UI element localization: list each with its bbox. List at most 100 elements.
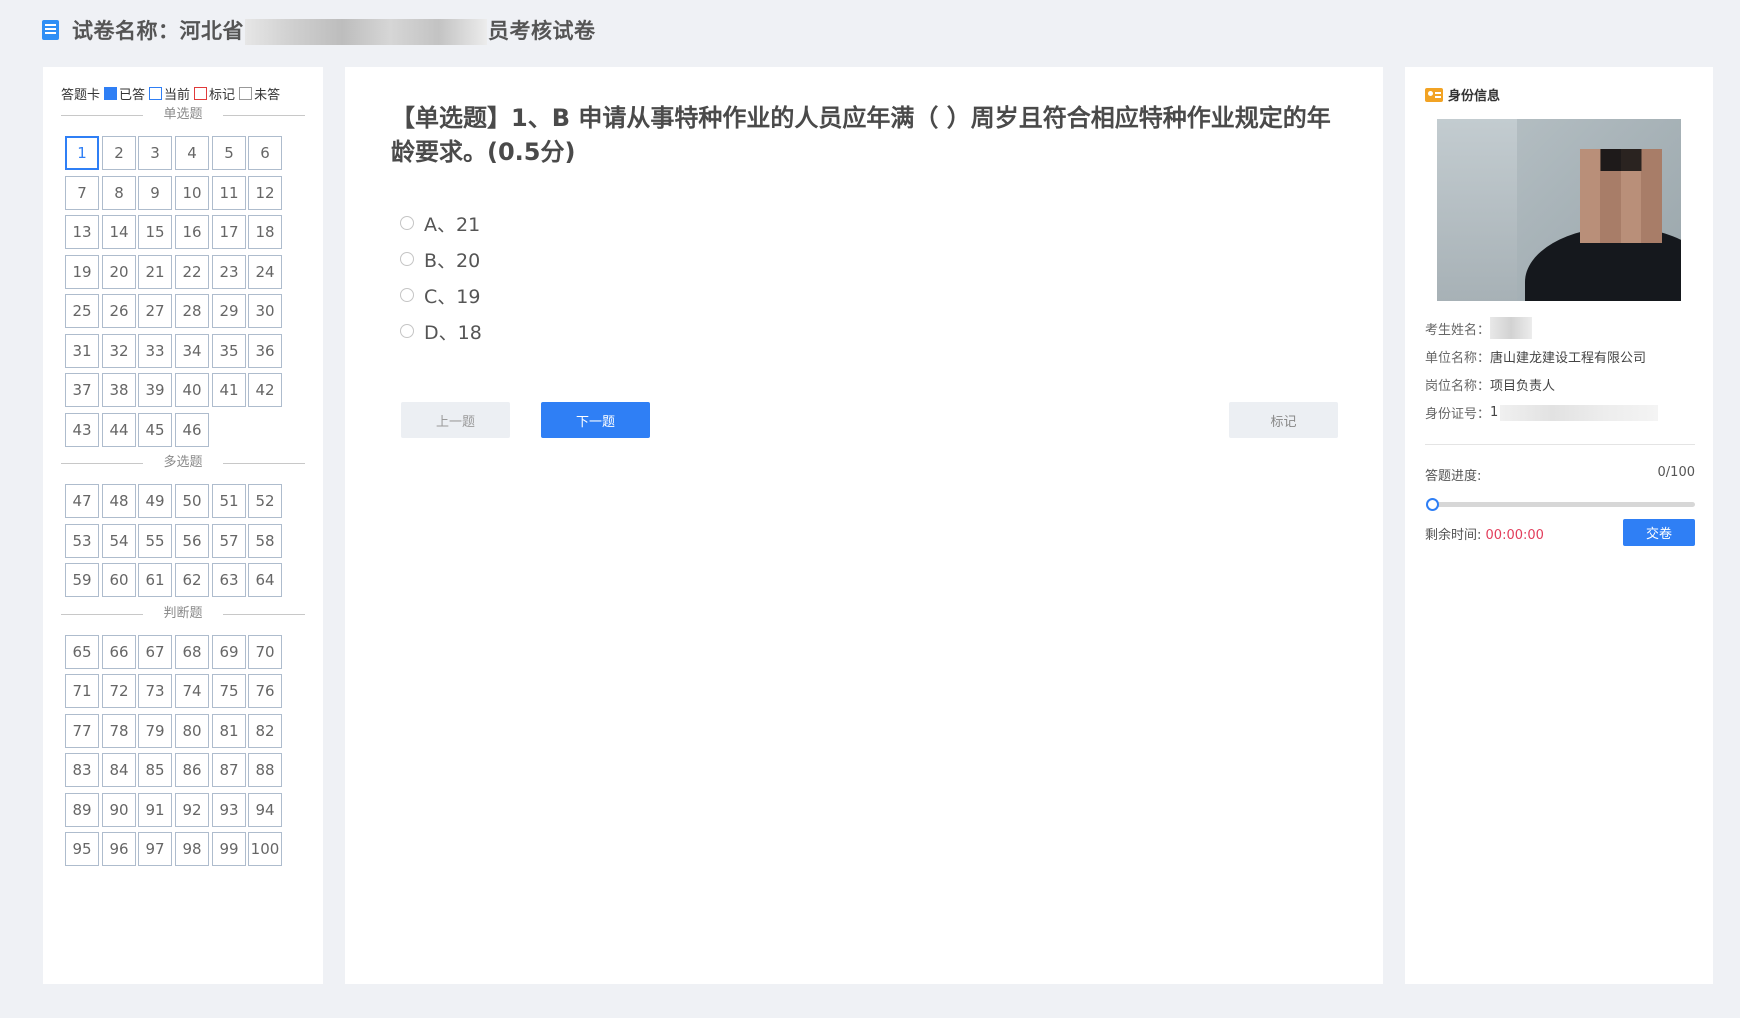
question-number-cell[interactable]: 41 (212, 373, 246, 407)
question-number-cell[interactable]: 65 (65, 634, 99, 669)
question-number-cell[interactable]: 53 (65, 523, 99, 558)
question-number-cell[interactable]: 20 (102, 254, 136, 289)
question-number-cell[interactable]: 93 (212, 792, 246, 827)
question-number-cell[interactable]: 51 (212, 484, 246, 518)
question-number-cell[interactable]: 22 (175, 254, 209, 289)
question-number-cell[interactable]: 33 (138, 333, 172, 368)
option-a[interactable]: A、21 (400, 205, 482, 241)
question-number-cell[interactable]: 37 (65, 373, 99, 407)
question-number-cell[interactable]: 42 (248, 373, 282, 407)
question-number-cell[interactable]: 63 (212, 563, 246, 597)
question-number-cell[interactable]: 16 (175, 215, 209, 249)
question-number-cell[interactable]: 70 (248, 634, 282, 669)
question-number-cell[interactable]: 46 (175, 412, 209, 447)
question-number-cell[interactable]: 80 (175, 713, 209, 748)
question-number-cell[interactable]: 92 (175, 792, 209, 827)
question-number-cell[interactable]: 9 (138, 175, 172, 210)
question-number-cell[interactable]: 7 (65, 175, 99, 210)
question-number-cell[interactable]: 32 (102, 333, 136, 368)
question-number-cell[interactable]: 90 (102, 792, 136, 827)
question-number-cell[interactable]: 77 (65, 713, 99, 748)
question-number-cell[interactable]: 98 (175, 832, 209, 866)
radio-icon[interactable] (400, 252, 414, 266)
question-number-cell[interactable]: 52 (248, 484, 282, 518)
option-b[interactable]: B、20 (400, 241, 482, 277)
question-number-cell[interactable]: 23 (212, 254, 246, 289)
question-number-cell[interactable]: 85 (138, 753, 172, 787)
question-number-cell[interactable]: 64 (248, 563, 282, 597)
submit-exam-button[interactable]: 交卷 (1623, 519, 1695, 546)
question-number-cell[interactable]: 21 (138, 254, 172, 289)
question-number-cell[interactable]: 62 (175, 563, 209, 597)
question-number-cell[interactable]: 19 (65, 254, 99, 289)
question-number-cell[interactable]: 82 (248, 713, 282, 748)
question-number-cell[interactable]: 43 (65, 412, 99, 447)
question-number-cell[interactable]: 61 (138, 563, 172, 597)
question-number-cell[interactable]: 49 (138, 484, 172, 518)
question-number-cell[interactable]: 24 (248, 254, 282, 289)
question-number-cell[interactable]: 12 (248, 175, 282, 210)
question-number-cell[interactable]: 50 (175, 484, 209, 518)
question-number-cell[interactable]: 55 (138, 523, 172, 558)
question-number-cell[interactable]: 18 (248, 215, 282, 249)
question-number-cell[interactable]: 73 (138, 674, 172, 708)
radio-icon[interactable] (400, 324, 414, 338)
mark-button[interactable]: 标记 (1229, 402, 1338, 438)
question-number-cell[interactable]: 76 (248, 674, 282, 708)
question-number-cell[interactable]: 2 (102, 136, 136, 170)
question-number-cell[interactable]: 83 (65, 753, 99, 787)
question-number-cell[interactable]: 95 (65, 832, 99, 866)
question-number-cell[interactable]: 91 (138, 792, 172, 827)
question-number-cell[interactable]: 81 (212, 713, 246, 748)
question-number-cell[interactable]: 44 (102, 412, 136, 447)
question-number-cell[interactable]: 27 (138, 294, 172, 328)
question-number-cell[interactable]: 100 (248, 832, 282, 866)
question-number-cell[interactable]: 86 (175, 753, 209, 787)
question-number-cell[interactable]: 29 (212, 294, 246, 328)
question-number-cell[interactable]: 26 (102, 294, 136, 328)
question-number-cell[interactable]: 47 (65, 484, 99, 518)
radio-icon[interactable] (400, 216, 414, 230)
question-number-cell[interactable]: 84 (102, 753, 136, 787)
option-d[interactable]: D、18 (400, 313, 482, 349)
question-number-cell[interactable]: 15 (138, 215, 172, 249)
question-number-cell[interactable]: 30 (248, 294, 282, 328)
question-number-cell[interactable]: 60 (102, 563, 136, 597)
question-number-cell[interactable]: 39 (138, 373, 172, 407)
question-number-cell[interactable]: 59 (65, 563, 99, 597)
question-number-cell[interactable]: 14 (102, 215, 136, 249)
question-number-cell[interactable]: 74 (175, 674, 209, 708)
question-number-cell[interactable]: 28 (175, 294, 209, 328)
next-question-button[interactable]: 下一题 (541, 402, 650, 438)
prev-question-button[interactable]: 上一题 (401, 402, 510, 438)
question-number-cell[interactable]: 99 (212, 832, 246, 866)
question-number-cell[interactable]: 25 (65, 294, 99, 328)
question-number-cell[interactable]: 10 (175, 175, 209, 210)
question-number-cell[interactable]: 79 (138, 713, 172, 748)
question-number-cell[interactable]: 17 (212, 215, 246, 249)
question-number-cell[interactable]: 35 (212, 333, 246, 368)
question-number-cell[interactable]: 8 (102, 175, 136, 210)
question-number-cell[interactable]: 97 (138, 832, 172, 866)
radio-icon[interactable] (400, 288, 414, 302)
question-number-cell[interactable]: 66 (102, 634, 136, 669)
question-number-cell[interactable]: 88 (248, 753, 282, 787)
question-number-cell[interactable]: 72 (102, 674, 136, 708)
question-number-cell[interactable]: 68 (175, 634, 209, 669)
question-number-cell[interactable]: 6 (248, 136, 282, 170)
question-number-cell[interactable]: 11 (212, 175, 246, 210)
question-number-cell[interactable]: 4 (175, 136, 209, 170)
question-number-cell[interactable]: 54 (102, 523, 136, 558)
question-number-cell[interactable]: 1 (65, 136, 99, 170)
question-number-cell[interactable]: 57 (212, 523, 246, 558)
question-number-cell[interactable]: 45 (138, 412, 172, 447)
question-number-cell[interactable]: 40 (175, 373, 209, 407)
question-number-cell[interactable]: 87 (212, 753, 246, 787)
question-number-cell[interactable]: 34 (175, 333, 209, 368)
question-number-cell[interactable]: 69 (212, 634, 246, 669)
question-number-cell[interactable]: 58 (248, 523, 282, 558)
question-number-cell[interactable]: 94 (248, 792, 282, 827)
question-number-cell[interactable]: 78 (102, 713, 136, 748)
question-number-cell[interactable]: 31 (65, 333, 99, 368)
question-number-cell[interactable]: 36 (248, 333, 282, 368)
